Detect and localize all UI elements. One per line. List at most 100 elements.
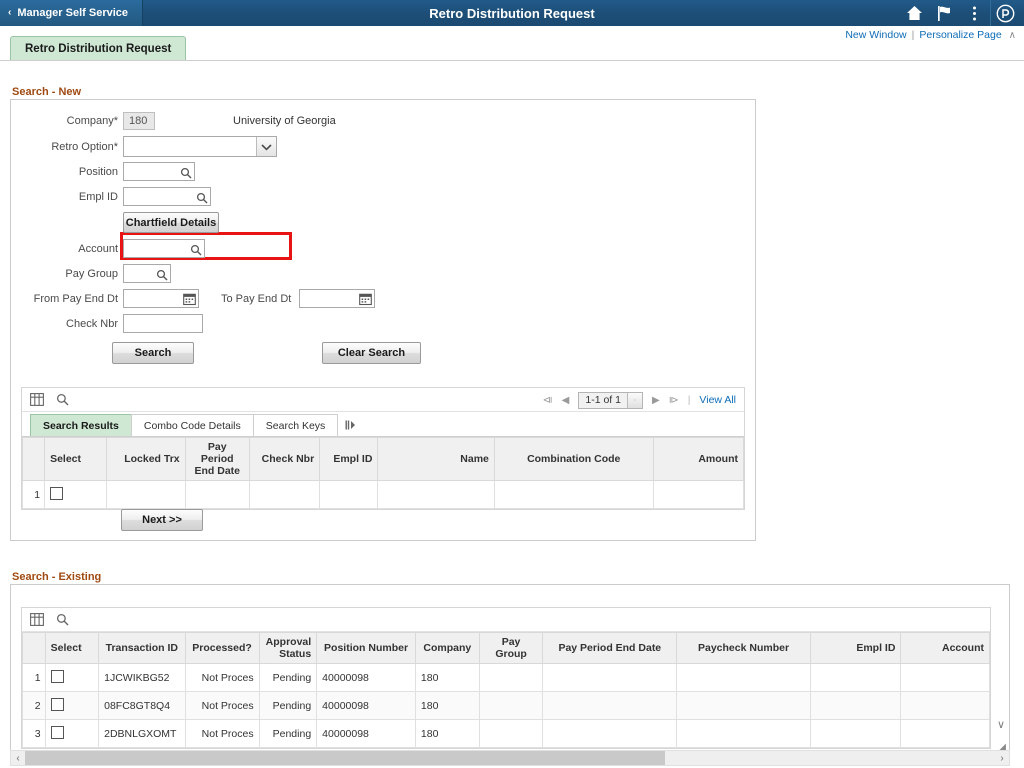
pager-first-icon[interactable]: ⧏ xyxy=(543,395,553,406)
pager-last-icon[interactable]: ⧐ xyxy=(669,395,679,406)
existing-cell-pay-group xyxy=(478,691,544,720)
chartfield-details-button[interactable]: Chartfield Details xyxy=(123,212,219,233)
table-row: 1 xyxy=(21,480,745,509)
existing-cell-paycheck-number xyxy=(676,663,811,692)
page-tab-label: Retro Distribution Request xyxy=(25,42,172,55)
scrollbar-track[interactable] xyxy=(25,751,995,765)
table-row: 2 08FC8GT8Q4 Not Proces Pending 40000098… xyxy=(22,691,990,720)
existing-header-row: Select Transaction ID Processed? Approva… xyxy=(22,632,990,664)
tab-retro-distribution-request[interactable]: Retro Distribution Request xyxy=(10,36,187,60)
search-existing-grid: Select Transaction ID Processed? Approva… xyxy=(21,607,991,749)
pay-group-lookup-icon[interactable] xyxy=(156,268,168,280)
grid-personalize-icon[interactable] xyxy=(30,613,44,627)
tab-search-results[interactable]: Search Results xyxy=(30,414,132,436)
page-tab-strip: Retro Distribution Request xyxy=(0,36,1024,61)
row-select-checkbox[interactable] xyxy=(50,669,64,683)
view-all-link[interactable]: View All xyxy=(699,394,736,406)
search-existing-panel: Select Transaction ID Processed? Approva… xyxy=(10,584,1010,756)
retro-option-row: Retro Option* xyxy=(11,136,755,157)
tab-search-keys-label: Search Keys xyxy=(265,419,326,432)
existing-col-pay-period-end-date[interactable]: Pay Period End Date xyxy=(542,632,678,664)
results-col-pay-period-end-date[interactable]: Pay Period End Date xyxy=(184,437,250,481)
tab-combo-code-details[interactable]: Combo Code Details xyxy=(130,414,254,436)
existing-cell-approval-status: Pending xyxy=(258,691,318,720)
app-logo-icon[interactable] xyxy=(990,0,1020,26)
page-title: Retro Distribution Request xyxy=(429,5,595,21)
existing-col-paycheck-number[interactable]: Paycheck Number xyxy=(676,632,811,664)
position-field-wrap xyxy=(123,162,195,181)
results-col-locked-trx[interactable]: Locked Trx xyxy=(106,437,186,481)
chevron-down-icon[interactable] xyxy=(256,137,276,156)
results-col-empl-id[interactable]: Empl ID xyxy=(319,437,379,481)
existing-col-company[interactable]: Company xyxy=(414,632,480,664)
existing-grid-toolbar xyxy=(22,608,990,632)
check-nbr-input[interactable] xyxy=(123,314,203,333)
row-select-checkbox[interactable] xyxy=(50,697,64,711)
row-select-checkbox[interactable] xyxy=(50,486,64,500)
existing-row-number: 1 xyxy=(22,663,46,692)
grid-find-icon[interactable] xyxy=(56,613,70,627)
position-row: Position xyxy=(11,162,755,181)
existing-cell-processed: Not Proces xyxy=(184,719,260,748)
horizontal-scrollbar[interactable]: ‹ › xyxy=(10,750,1010,766)
grid-find-icon[interactable] xyxy=(56,393,70,407)
pager-dropdown-icon[interactable] xyxy=(626,392,642,408)
from-pay-end-dt-label: From Pay End Dt xyxy=(33,292,118,305)
results-col-combination-code[interactable]: Combination Code xyxy=(493,437,654,481)
existing-col-account[interactable]: Account xyxy=(900,632,990,664)
search-button[interactable]: Search xyxy=(112,342,194,364)
company-value: 180 xyxy=(123,112,155,130)
tabs-overflow-icon[interactable] xyxy=(345,414,356,436)
tab-combo-code-details-label: Combo Code Details xyxy=(143,419,241,432)
results-rownum-header xyxy=(21,437,45,481)
existing-col-position-number[interactable]: Position Number xyxy=(316,632,416,664)
calendar-icon[interactable] xyxy=(183,292,196,305)
row-select-checkbox[interactable] xyxy=(50,725,64,739)
existing-col-select[interactable]: Select xyxy=(44,632,100,664)
empl-id-lookup-icon[interactable] xyxy=(196,191,208,203)
results-table: Select Locked Trx Pay Period End Date Ch… xyxy=(21,437,745,509)
clear-search-button[interactable]: Clear Search xyxy=(322,342,421,364)
existing-cell-transaction-id: 08FC8GT8Q4 xyxy=(98,691,186,720)
tab-search-keys[interactable]: Search Keys xyxy=(252,414,339,436)
home-icon[interactable] xyxy=(900,0,928,26)
pager-next-icon[interactable]: ▶ xyxy=(652,395,660,406)
empl-id-row: Empl ID xyxy=(11,187,755,206)
scrollbar-thumb[interactable] xyxy=(25,751,666,765)
existing-cell-empl-id xyxy=(809,691,902,720)
results-cell-locked-trx xyxy=(106,480,186,509)
existing-grid-scroll-down-caret[interactable]: ∨ xyxy=(997,718,1005,731)
existing-col-processed[interactable]: Processed? xyxy=(184,632,260,664)
position-lookup-icon[interactable] xyxy=(180,166,192,178)
pager-prev-icon[interactable]: ◀ xyxy=(562,395,570,406)
existing-col-approval-status[interactable]: Approval Status xyxy=(258,632,318,664)
results-col-check-nbr[interactable]: Check Nbr xyxy=(248,437,321,481)
existing-col-pay-group[interactable]: Pay Group xyxy=(478,632,544,664)
pager-range-box[interactable]: 1-1 of 1 xyxy=(578,391,643,409)
existing-rownum-header xyxy=(22,632,46,664)
existing-cell-pay-group xyxy=(478,719,544,748)
results-col-name[interactable]: Name xyxy=(377,437,495,481)
existing-cell-pay-group xyxy=(478,663,544,692)
existing-cell-processed: Not Proces xyxy=(184,663,260,692)
flag-icon[interactable] xyxy=(930,0,958,26)
breadcrumb-manager-self-service[interactable]: ‹ Manager Self Service xyxy=(0,0,144,26)
account-lookup-icon[interactable] xyxy=(190,243,202,255)
results-col-select[interactable]: Select xyxy=(44,437,108,481)
existing-col-transaction-id[interactable]: Transaction ID xyxy=(98,632,186,664)
search-existing-heading: Search - Existing xyxy=(12,571,102,583)
actions-menu-icon[interactable] xyxy=(960,0,988,26)
scroll-left-arrow-icon[interactable]: ‹ xyxy=(11,753,25,764)
scroll-right-arrow-icon[interactable]: › xyxy=(995,753,1009,764)
retro-option-select[interactable] xyxy=(123,136,277,157)
from-pay-end-dt-wrap xyxy=(123,289,199,308)
retro-option-label: Retro Option* xyxy=(51,140,118,153)
existing-cell-account xyxy=(900,663,990,692)
calendar-icon[interactable] xyxy=(359,292,373,305)
results-col-amount[interactable]: Amount xyxy=(652,437,745,481)
grid-personalize-icon[interactable] xyxy=(30,393,44,407)
existing-col-empl-id[interactable]: Empl ID xyxy=(809,632,902,664)
existing-table: Select Transaction ID Processed? Approva… xyxy=(22,632,990,748)
search-new-panel: Company* 180 University of Georgia Retro… xyxy=(10,99,756,541)
next-button[interactable]: Next >> xyxy=(121,509,203,531)
